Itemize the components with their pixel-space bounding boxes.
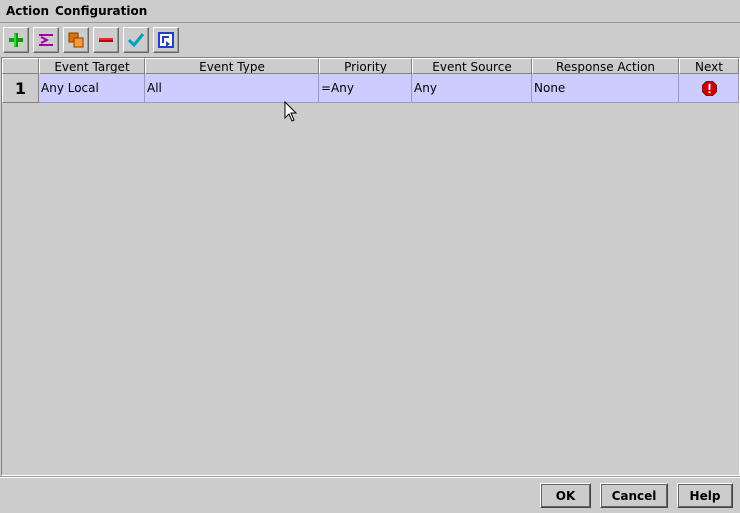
header-next[interactable]: Next <box>679 58 739 74</box>
toolbar <box>0 24 740 56</box>
row-number[interactable]: 1 <box>2 74 39 103</box>
copy-icon <box>68 32 84 48</box>
copy-button[interactable] <box>63 27 89 53</box>
ok-button[interactable]: OK <box>540 483 591 508</box>
cell-event-type[interactable]: All <box>145 74 319 103</box>
delete-button[interactable] <box>93 27 119 53</box>
menu-action[interactable]: Action <box>6 4 49 18</box>
cell-response-action[interactable]: None <box>532 74 679 103</box>
refresh-icon <box>158 32 174 48</box>
header-event-target[interactable]: Event Target <box>39 58 145 74</box>
cell-event-source[interactable]: Any <box>412 74 532 103</box>
help-button[interactable]: Help <box>677 483 733 508</box>
header-event-source[interactable]: Event Source <box>412 58 532 74</box>
menu-bar: Action Configuration <box>0 0 740 23</box>
footer-divider <box>0 476 740 478</box>
insert-button[interactable] <box>33 27 59 53</box>
event-table: Event Target Event Type Priority Event S… <box>1 57 740 476</box>
apply-button[interactable] <box>123 27 149 53</box>
add-button[interactable] <box>3 27 29 53</box>
header-response-action[interactable]: Response Action <box>532 58 679 74</box>
table-row[interactable]: 1 Any Local All =Any Any None <box>2 74 739 103</box>
header-event-type[interactable]: Event Type <box>145 58 319 74</box>
cell-event-target[interactable]: Any Local <box>39 74 145 103</box>
refresh-button[interactable] <box>153 27 179 53</box>
mouse-cursor-icon <box>284 101 298 122</box>
stop-error-icon[interactable] <box>702 81 717 96</box>
cancel-button[interactable]: Cancel <box>600 483 668 508</box>
menu-configuration[interactable]: Configuration <box>55 4 147 18</box>
cell-next[interactable] <box>679 74 739 103</box>
insert-icon <box>39 34 53 46</box>
minus-icon <box>99 38 113 42</box>
checkmark-icon <box>127 33 145 48</box>
cell-priority[interactable]: =Any <box>319 74 412 103</box>
plus-icon <box>9 33 23 47</box>
header-priority[interactable]: Priority <box>319 58 412 74</box>
header-rownum <box>2 58 39 74</box>
